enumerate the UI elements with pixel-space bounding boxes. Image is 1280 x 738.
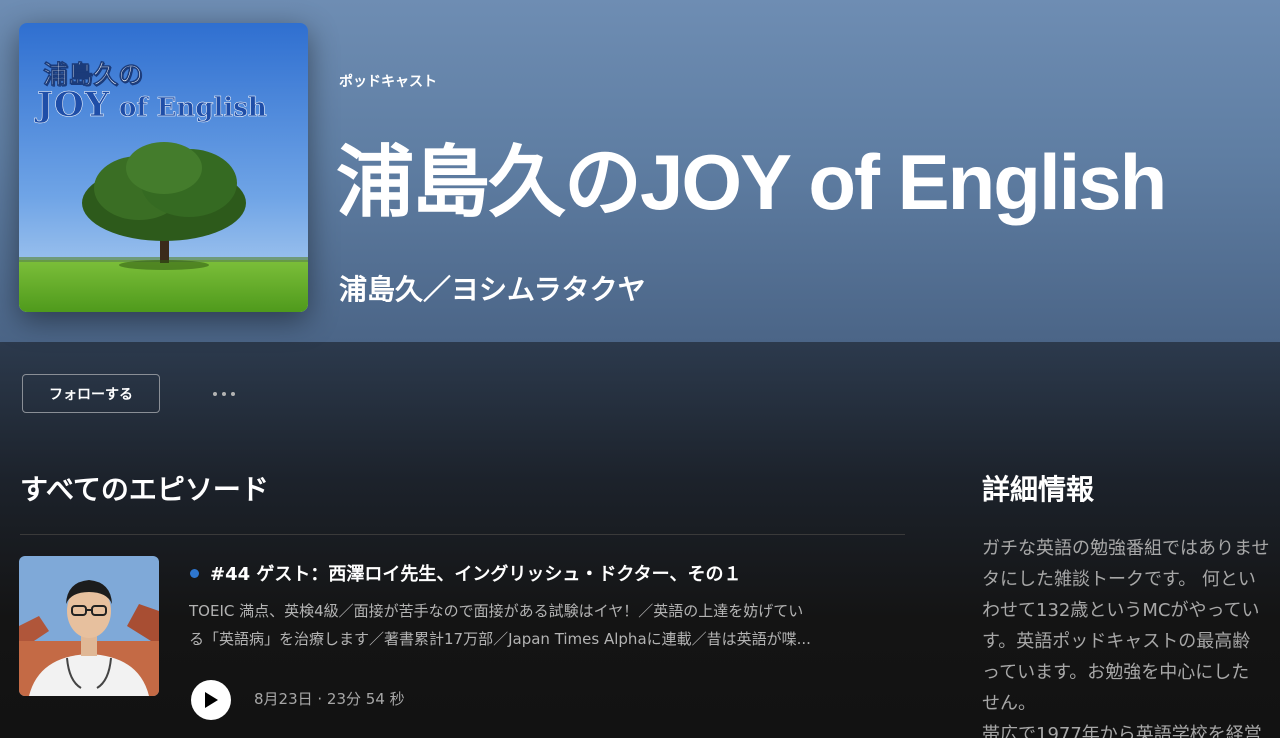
episodes-section-title: すべてのエピソード (20, 473, 269, 506)
more-dot-icon (231, 392, 235, 396)
cover-title-line2: JOY of English (37, 85, 267, 126)
about-description: ガチな英語の勉強番組ではありませ タにした雑談トークです。 何とい わせて132… (982, 533, 1280, 738)
more-dot-icon (213, 392, 217, 396)
episode-description-line: TOEIC 満点、英検4級／面接が苦手なので面接がある試験はイヤ！／英語の上達を… (189, 602, 804, 620)
podcast-cover-art[interactable]: 浦島久の JOY of English (19, 23, 308, 312)
podcast-author[interactable]: 浦島久／ヨシムラタクヤ (339, 268, 646, 308)
about-line: 帯広で1977年から英語学校を経営 (982, 724, 1262, 738)
cover-english-text: of English (109, 93, 267, 124)
episode-description: TOEIC 満点、英検4級／面接が苦手なので面接がある試験はイヤ！／英語の上達を… (189, 597, 905, 653)
divider (20, 534, 905, 535)
about-line: せん。 (982, 693, 1036, 714)
podcast-title: 浦島久のJOY of English (336, 138, 1167, 226)
episode-meta: 8月23日 · 23分 54 秒 (254, 690, 405, 708)
about-line: ガチな英語の勉強番組ではありませ (982, 538, 1270, 559)
play-button[interactable] (191, 680, 231, 720)
follow-button[interactable]: フォローする (22, 374, 160, 413)
about-section-title: 詳細情報 (982, 473, 1095, 506)
more-options-button[interactable] (204, 380, 244, 408)
guest-photo (19, 556, 159, 696)
episode-description-line: る「英語病」を治療します／著書累計17万部／Japan Times Alphaに… (189, 630, 811, 648)
cover-joy-text: JOY (37, 85, 110, 126)
about-line: っています。お勉強を中心にした (982, 662, 1250, 683)
about-line: タにした雑談トークです。 何とい (982, 569, 1256, 590)
about-line: わせて132歳というMCがやってい (982, 600, 1260, 621)
episode-title[interactable]: #44 ゲスト：西澤ロイ先生、イングリッシュ・ドクター、その１ (190, 560, 742, 586)
new-episode-dot-icon (190, 568, 199, 578)
about-line: す。英語ポッドキャストの最高齢 (982, 631, 1251, 652)
episode-thumbnail[interactable] (19, 556, 159, 696)
play-icon (205, 692, 218, 708)
more-dot-icon (222, 392, 226, 396)
episode-title-text: #44 ゲスト：西澤ロイ先生、イングリッシュ・ドクター、その１ (210, 564, 742, 585)
content-type-label: ポッドキャスト (339, 74, 437, 90)
